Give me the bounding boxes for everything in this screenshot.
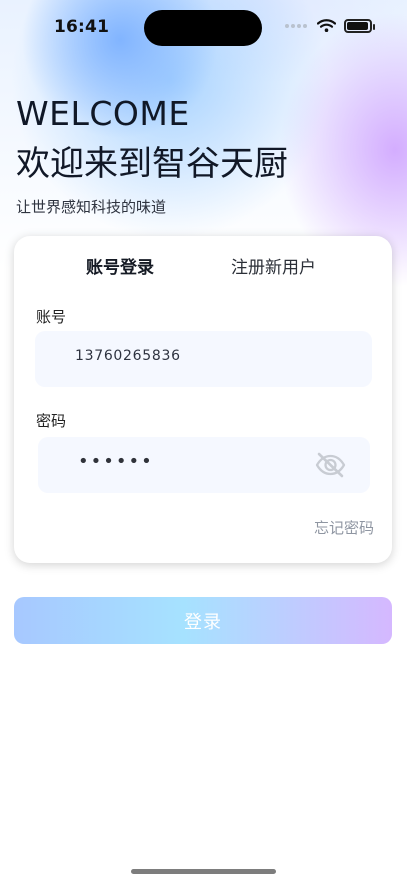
account-input-value: 13760265836 [75, 348, 181, 364]
battery-icon [344, 19, 375, 33]
cellular-signal-icon [285, 24, 307, 28]
tab-register-user[interactable]: 注册新用户 [231, 258, 316, 278]
password-masked-value: •••••• [78, 451, 154, 472]
wifi-icon [317, 19, 336, 33]
home-indicator [131, 869, 276, 874]
app-welcome-headline: 欢迎来到智谷天厨 [16, 144, 288, 184]
eye-off-icon[interactable] [315, 452, 346, 478]
login-card: 账号登录 注册新用户 账号 13760265836 密码 •••••• 忘记密码 [14, 236, 392, 563]
account-label: 账号 [36, 308, 67, 326]
app-subtitle: 让世界感知科技的味道 [16, 198, 167, 216]
welcome-title: WELCOME [16, 94, 190, 133]
password-input[interactable]: •••••• [38, 437, 370, 493]
forgot-password-link[interactable]: 忘记密码 [314, 517, 374, 538]
account-input[interactable]: 13760265836 [35, 331, 372, 387]
tab-account-login[interactable]: 账号登录 [86, 258, 154, 278]
status-time: 16:41 [54, 17, 110, 37]
login-button[interactable]: 登录 [14, 597, 392, 644]
login-screen: 16:41 WELCOME 欢迎来到智谷天厨 让世界感知科技的味道 账号登录 注… [0, 0, 407, 883]
status-icons [285, 19, 375, 33]
dynamic-island [144, 10, 262, 46]
password-label: 密码 [36, 412, 67, 430]
